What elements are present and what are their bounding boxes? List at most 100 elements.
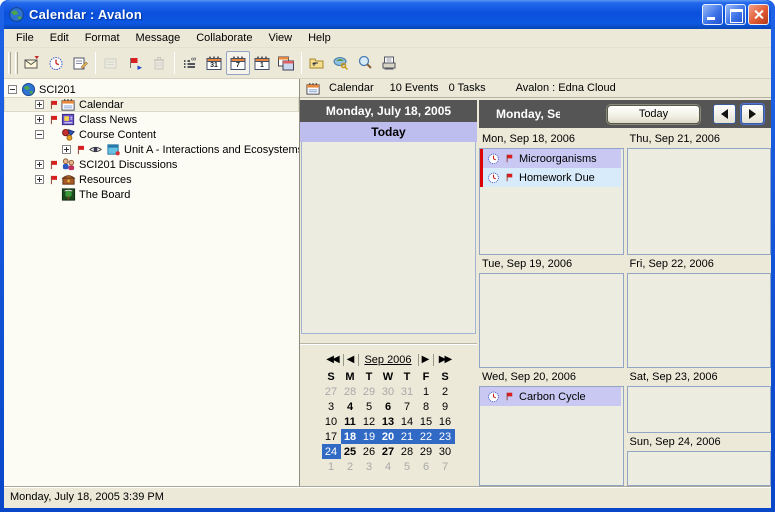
search-button[interactable] <box>353 51 377 75</box>
permissions-button[interactable] <box>329 51 353 75</box>
minical-day[interactable]: 1 <box>417 384 436 399</box>
day-view-button[interactable]: 1 <box>250 51 274 75</box>
event-carbon-cycle[interactable]: Carbon Cycle <box>480 387 621 406</box>
minical-day[interactable]: 2 <box>341 459 360 474</box>
minical-day[interactable]: 2 <box>436 384 455 399</box>
minical-day[interactable]: 15 <box>417 414 436 429</box>
minical-day[interactable]: 27 <box>322 384 341 399</box>
minical-day[interactable]: 1 <box>322 459 341 474</box>
minical-day[interactable]: 31 <box>398 384 417 399</box>
today-button[interactable]: Today <box>607 105 700 124</box>
maximize-button[interactable] <box>725 4 746 25</box>
minical-day[interactable]: 9 <box>436 399 455 414</box>
minical-day[interactable]: 16 <box>436 414 455 429</box>
menu-collaborate[interactable]: Collaborate <box>188 30 260 47</box>
close-button[interactable] <box>748 4 769 25</box>
tree-item-the-board[interactable]: The Board <box>4 187 299 202</box>
minical-day[interactable]: 28 <box>398 444 417 459</box>
minical-day[interactable]: 3 <box>360 459 379 474</box>
minical-day[interactable]: 30 <box>379 384 398 399</box>
minical-prev-month-button[interactable]: ◀ <box>344 354 359 366</box>
new-event-button[interactable] <box>20 51 44 75</box>
month-view-button[interactable]: 31 <box>202 51 226 75</box>
tree-item-resources[interactable]: Resources <box>4 172 299 187</box>
collapse-icon[interactable] <box>35 130 44 139</box>
toolbar-gripper[interactable] <box>8 52 11 74</box>
multiweek-view-button[interactable] <box>274 51 298 75</box>
menu-message[interactable]: Message <box>128 30 189 47</box>
tree-item-class-news[interactable]: Class News <box>4 112 299 127</box>
minical-day[interactable]: 30 <box>436 444 455 459</box>
day-cell[interactable]: MicroorganismsHomework Due <box>479 148 624 255</box>
expand-icon[interactable] <box>35 100 44 109</box>
minical-prev-year-button[interactable]: ◀◀ <box>322 354 344 366</box>
delete-button[interactable] <box>147 51 171 75</box>
minical-day[interactable]: 7 <box>436 459 455 474</box>
minical-day[interactable]: 26 <box>360 444 379 459</box>
agenda-view-button[interactable]: ∞ <box>178 51 202 75</box>
folder-up-button[interactable] <box>305 51 329 75</box>
minical-day[interactable]: 5 <box>398 459 417 474</box>
expand-icon[interactable] <box>35 175 44 184</box>
day-cell[interactable]: Carbon Cycle <box>479 386 624 486</box>
minical-day[interactable]: 4 <box>341 399 360 414</box>
minical-day[interactable]: 4 <box>379 459 398 474</box>
menu-view[interactable]: View <box>260 30 300 47</box>
toolbar-gripper[interactable] <box>15 52 18 74</box>
minical-day[interactable]: 14 <box>398 414 417 429</box>
tree-item-sci201-discussions[interactable]: SCI201 Discussions <box>4 157 299 172</box>
minimize-button[interactable] <box>702 4 723 25</box>
minical-day[interactable]: 10 <box>322 414 341 429</box>
expand-icon[interactable] <box>35 160 44 169</box>
minical-month-label[interactable]: Sep 2006 <box>359 354 419 366</box>
minical-day[interactable]: 6 <box>379 399 398 414</box>
minical-day[interactable]: 7 <box>398 399 417 414</box>
minical-day[interactable]: 17 <box>322 429 341 444</box>
tree-item-course-content[interactable]: Course Content <box>4 127 299 142</box>
expand-icon[interactable] <box>62 145 71 154</box>
minical-day[interactable]: 18 <box>341 429 360 444</box>
minical-day[interactable]: 24 <box>322 444 341 459</box>
menu-format[interactable]: Format <box>77 30 128 47</box>
minical-day[interactable]: 29 <box>360 384 379 399</box>
week-view-button[interactable]: 7 <box>226 51 250 75</box>
minical-day[interactable]: 29 <box>417 444 436 459</box>
minical-day[interactable]: 11 <box>341 414 360 429</box>
minical-day[interactable]: 13 <box>379 414 398 429</box>
minical-day[interactable]: 3 <box>322 399 341 414</box>
minical-day[interactable]: 12 <box>360 414 379 429</box>
minical-day[interactable]: 21 <box>398 429 417 444</box>
minical-next-year-button[interactable]: ▶▶ <box>434 354 456 366</box>
next-week-button[interactable] <box>741 104 764 124</box>
menu-help[interactable]: Help <box>300 30 339 47</box>
new-note-button[interactable] <box>68 51 92 75</box>
event-homework-due[interactable]: Homework Due <box>480 168 621 187</box>
expand-icon[interactable] <box>35 115 44 124</box>
minical-day[interactable]: 27 <box>379 444 398 459</box>
edit-item-button[interactable] <box>99 51 123 75</box>
minical-next-month-button[interactable]: ▶ <box>419 354 434 366</box>
event-microorganisms[interactable]: Microorganisms <box>480 149 621 168</box>
minical-day[interactable]: 6 <box>417 459 436 474</box>
minical-day[interactable]: 5 <box>360 399 379 414</box>
minical-day[interactable]: 25 <box>341 444 360 459</box>
new-task-button[interactable] <box>44 51 68 75</box>
flag-button[interactable] <box>123 51 147 75</box>
day-cell[interactable] <box>627 148 772 255</box>
minical-day[interactable]: 23 <box>436 429 455 444</box>
title-bar[interactable]: Calendar : Avalon <box>4 0 771 29</box>
minical-day[interactable]: 22 <box>417 429 436 444</box>
minical-day[interactable]: 19 <box>360 429 379 444</box>
menu-edit[interactable]: Edit <box>42 30 77 47</box>
print-button[interactable] <box>377 51 401 75</box>
minical-day[interactable]: 20 <box>379 429 398 444</box>
previous-week-button[interactable] <box>713 104 736 124</box>
day-cell[interactable] <box>479 273 624 368</box>
tree-item-sci201[interactable]: SCI201 <box>4 82 299 97</box>
collapse-icon[interactable] <box>8 85 17 94</box>
day-cell[interactable] <box>627 451 772 486</box>
minical-day[interactable]: 28 <box>341 384 360 399</box>
minical-day[interactable]: 8 <box>417 399 436 414</box>
day-cell[interactable] <box>627 273 772 368</box>
day-events-area[interactable] <box>301 142 476 334</box>
